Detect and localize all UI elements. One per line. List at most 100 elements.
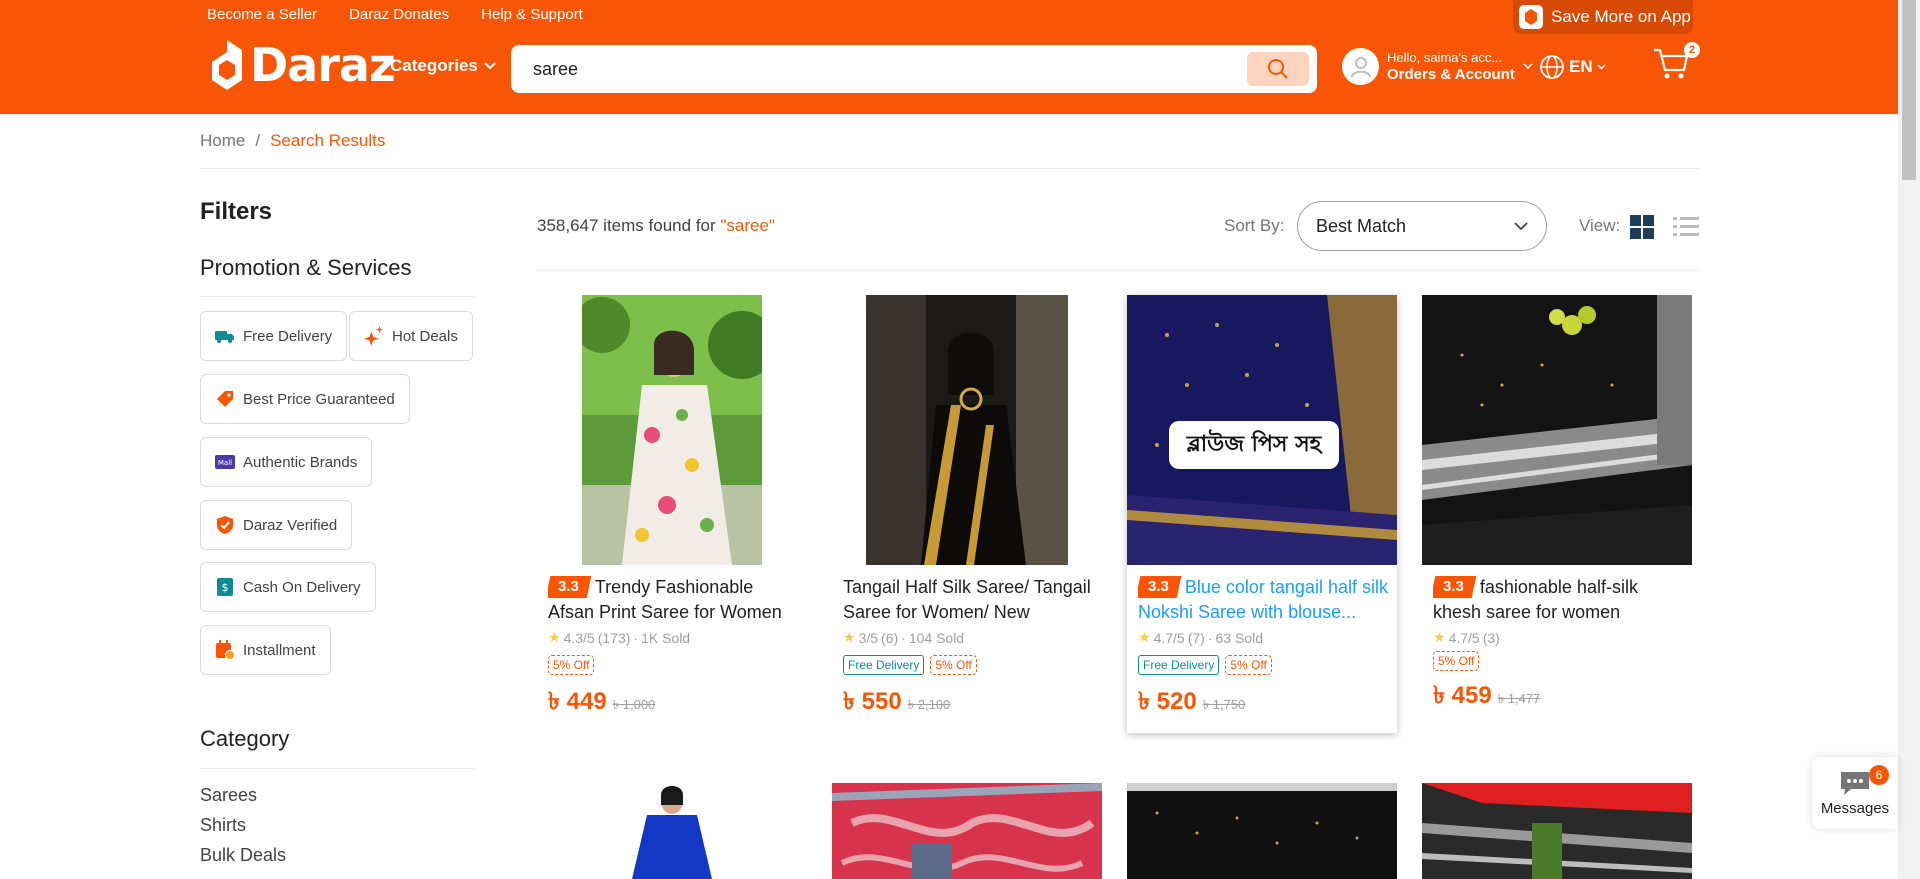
promotion-services-title: Promotion & Services bbox=[200, 255, 412, 280]
image-overlay-text: ব্লাউজ পিস সহ bbox=[1186, 431, 1322, 457]
page-scrollbar[interactable] bbox=[1898, 0, 1920, 879]
product-badges: 5% Off bbox=[1433, 651, 1480, 671]
header-bar: Become a Seller Daraz Donates Help & Sup… bbox=[0, 0, 1898, 114]
result-count-text: 358,647 items found for bbox=[537, 216, 716, 235]
discount-badge: 5% Off bbox=[930, 655, 977, 675]
filter-chip-best-price[interactable]: Best Price Guaranteed bbox=[200, 374, 410, 424]
product-image[interactable] bbox=[1127, 783, 1397, 879]
filter-chip-cash-on-delivery[interactable]: $ Cash On Delivery bbox=[200, 562, 376, 612]
product-title[interactable]: Tangail Half Silk Saree/ Tangail Saree f… bbox=[843, 575, 1093, 625]
chevron-down-icon bbox=[1514, 221, 1528, 230]
product-rating: ★ 3/5 (6) · 104 Sold bbox=[843, 629, 964, 646]
original-price: ৳ 1,477 bbox=[1497, 691, 1541, 706]
product-card[interactable]: Tangail Half Silk Saree/ Tangail Saree f… bbox=[832, 295, 1102, 733]
product-image[interactable] bbox=[537, 783, 807, 879]
rating-separator: · bbox=[1207, 629, 1213, 646]
discount-badge: 5% Off bbox=[1225, 655, 1272, 675]
search-button[interactable] bbox=[1247, 52, 1309, 86]
current-price: ৳ 520 bbox=[1138, 688, 1197, 715]
save-more-app-button[interactable]: Save More on App bbox=[1513, 0, 1693, 34]
shield-icon bbox=[215, 515, 235, 535]
daraz-logo-icon bbox=[212, 40, 242, 90]
product-card[interactable]: 3.3 fashionable half-silk khesh saree for… bbox=[1422, 295, 1692, 733]
grid-view-button[interactable] bbox=[1630, 215, 1654, 244]
free-delivery-badge: Free Delivery bbox=[843, 655, 925, 675]
account-menu[interactable]: Hello, saima's acc... Orders & Account bbox=[1342, 48, 1533, 85]
daraz-logo[interactable]: Daraz bbox=[210, 38, 396, 92]
product-image[interactable] bbox=[1422, 783, 1692, 879]
grid-icon bbox=[1630, 215, 1654, 239]
rating-separator: · bbox=[901, 629, 906, 646]
messages-count-badge: 6 bbox=[1869, 765, 1889, 785]
product-title[interactable]: 3.3 fashionable half-silk khesh saree for… bbox=[1433, 575, 1683, 625]
svg-text:$: $ bbox=[222, 581, 229, 594]
product-card[interactable] bbox=[1127, 783, 1397, 879]
filter-chip-label: Installment bbox=[243, 641, 316, 659]
become-seller-link[interactable]: Become a Seller bbox=[207, 6, 317, 23]
sparkle-icon bbox=[364, 326, 384, 346]
sold-count: 1K Sold bbox=[641, 629, 691, 646]
product-title[interactable]: 3.3 Trendy Fashionable Afsan Print Saree … bbox=[548, 575, 798, 625]
product-card[interactable] bbox=[1422, 783, 1692, 879]
categories-menu[interactable]: Categories bbox=[390, 56, 496, 76]
product-image[interactable] bbox=[1422, 295, 1692, 565]
categories-label: Categories bbox=[390, 56, 478, 75]
category-item-bulk-deals[interactable]: Bulk Deals bbox=[200, 845, 286, 866]
product-image[interactable]: ব্লাউজ পিস সহ bbox=[1127, 295, 1397, 565]
chat-icon bbox=[1841, 771, 1869, 795]
sort-by-label: Sort By: bbox=[1224, 216, 1285, 235]
product-card[interactable]: 3.3 Trendy Fashionable Afsan Print Saree … bbox=[537, 295, 807, 733]
search-input[interactable] bbox=[533, 45, 1233, 93]
category-item-sarees[interactable]: Sarees bbox=[200, 785, 257, 806]
review-count: (7) bbox=[1187, 629, 1205, 646]
filter-chip-label: Hot Deals bbox=[392, 327, 458, 345]
filter-chip-installment[interactable]: Installment bbox=[200, 625, 331, 675]
filter-chip-label: Daraz Verified bbox=[243, 516, 338, 534]
free-delivery-badge: Free Delivery bbox=[1138, 655, 1220, 675]
breadcrumb-separator: / bbox=[255, 131, 261, 150]
filters-title: Filters bbox=[200, 198, 273, 225]
product-badges: Free Delivery 5% Off bbox=[843, 655, 977, 675]
original-price: ৳ 1,000 bbox=[612, 697, 656, 712]
product-card[interactable]: ব্লাউজ পিস সহ 3.3 Blue color tangail half… bbox=[1127, 295, 1397, 733]
scrollbar-thumb[interactable] bbox=[1902, 0, 1916, 180]
promo-badge: 3.3 bbox=[548, 576, 592, 598]
filter-chip-label: Authentic Brands bbox=[243, 453, 358, 471]
filter-chip-label: Cash On Delivery bbox=[243, 578, 361, 596]
product-image[interactable] bbox=[832, 783, 1102, 879]
account-text: Hello, saima's acc... Orders & Account bbox=[1387, 50, 1515, 84]
filter-chip-label: Free Delivery bbox=[243, 327, 333, 345]
rating-value: 4.3/5 bbox=[563, 629, 595, 646]
star-icon: ★ bbox=[1433, 629, 1446, 645]
filter-chip-free-delivery[interactable]: Free Delivery bbox=[200, 311, 348, 361]
messages-label: Messages bbox=[1820, 799, 1890, 817]
language-selector[interactable]: EN bbox=[1539, 54, 1606, 80]
product-price: ৳ 520 ৳ 1,750 bbox=[1138, 683, 1245, 723]
product-image[interactable] bbox=[582, 295, 762, 565]
current-price: ৳ 550 bbox=[843, 688, 902, 715]
product-image[interactable] bbox=[866, 295, 1068, 565]
list-view-button[interactable] bbox=[1673, 215, 1699, 244]
filter-chip-daraz-verified[interactable]: Daraz Verified bbox=[200, 500, 353, 550]
product-price: ৳ 459 ৳ 1,477 bbox=[1433, 677, 1540, 717]
help-support-link[interactable]: Help & Support bbox=[481, 6, 583, 23]
breadcrumb: Home / Search Results bbox=[200, 131, 385, 151]
sort-select[interactable]: Best Match bbox=[1297, 201, 1547, 251]
breadcrumb-current: Search Results bbox=[270, 131, 386, 150]
filter-chip-authentic-brands[interactable]: Mall Authentic Brands bbox=[200, 437, 373, 487]
current-price: ৳ 459 bbox=[1433, 682, 1492, 709]
sort-value: Best Match bbox=[1316, 215, 1407, 236]
product-title[interactable]: 3.3 Blue color tangail half silk Nokshi S… bbox=[1138, 575, 1388, 625]
product-card[interactable] bbox=[832, 783, 1102, 879]
filter-chip-hot-deals[interactable]: Hot Deals bbox=[349, 311, 473, 361]
rating-value: 3/5 bbox=[858, 629, 879, 646]
product-badges: 5% Off bbox=[548, 655, 595, 675]
daraz-donates-link[interactable]: Daraz Donates bbox=[349, 6, 449, 23]
product-rating: ★ 4.3/5 (173) · 1K Sold bbox=[548, 629, 690, 646]
breadcrumb-home[interactable]: Home bbox=[200, 131, 245, 151]
category-item-shirts[interactable]: Shirts bbox=[200, 815, 246, 836]
discount-badge: 5% Off bbox=[1433, 651, 1480, 671]
filter-chip-label: Best Price Guaranteed bbox=[243, 390, 395, 408]
mall-icon: Mall bbox=[215, 452, 235, 472]
product-card[interactable] bbox=[537, 783, 807, 879]
